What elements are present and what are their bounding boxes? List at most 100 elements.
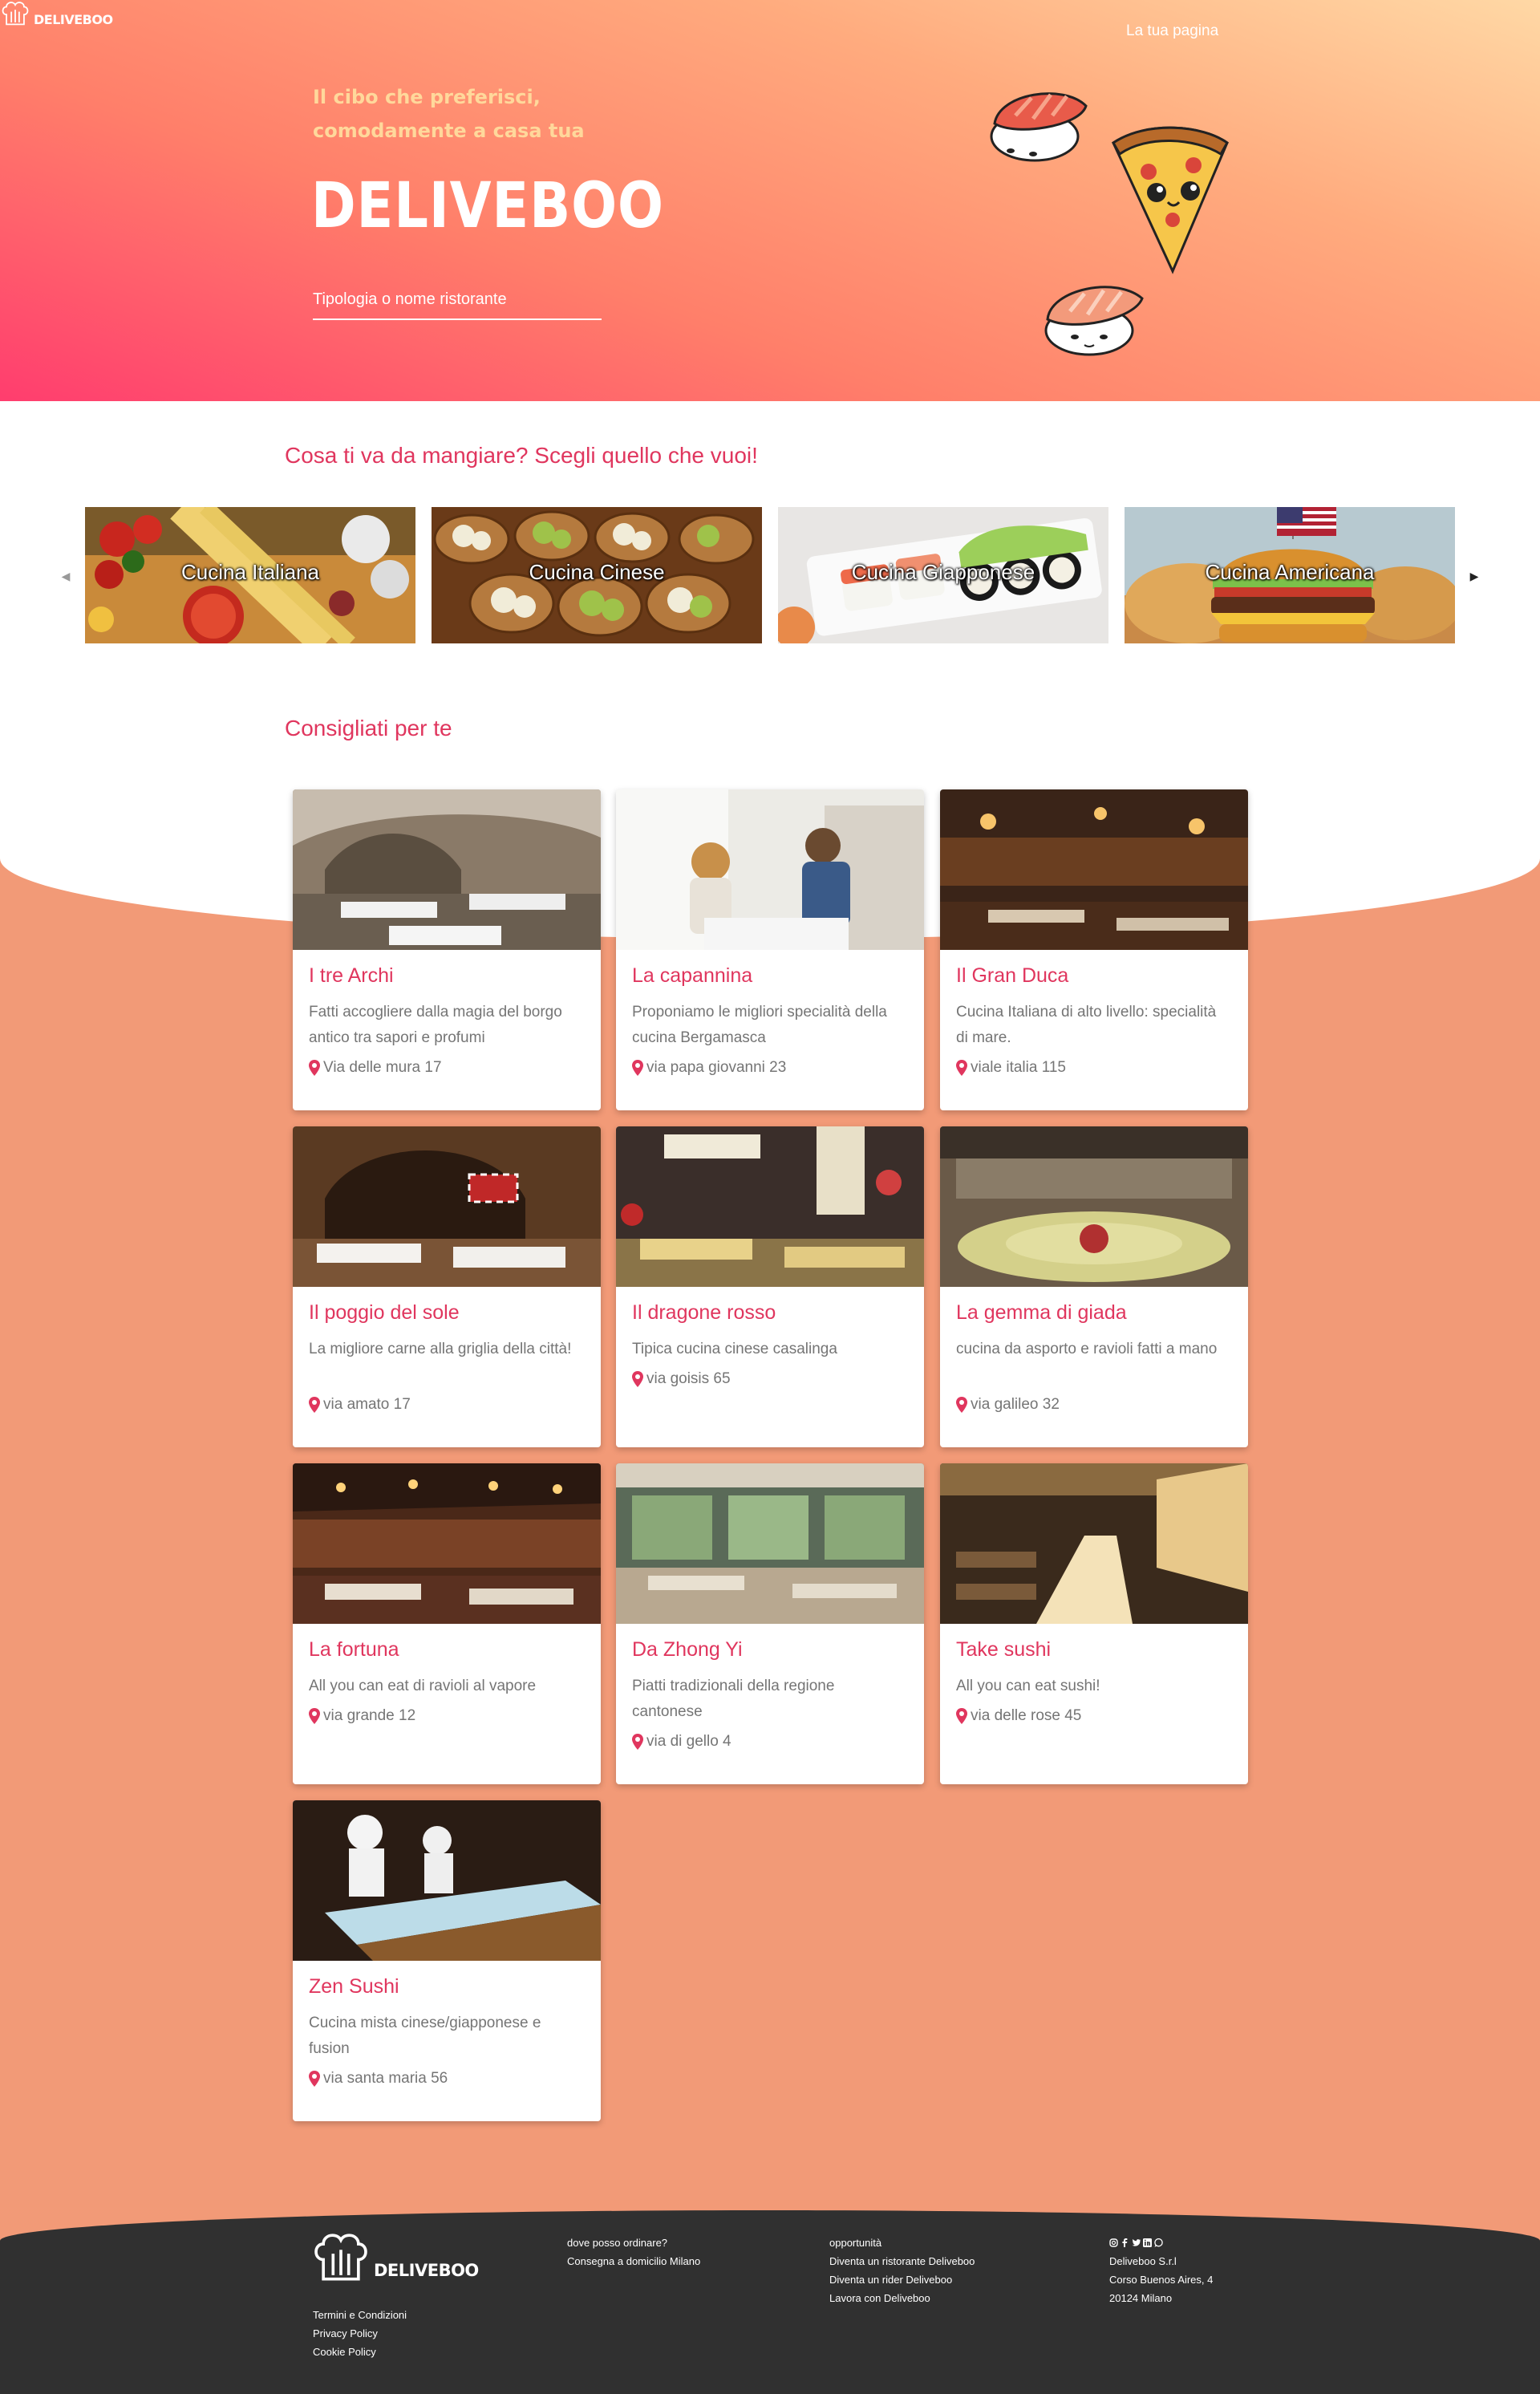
categories-title: Cosa ti va da mangiare? Scegli quello ch… <box>285 443 758 468</box>
restaurant-description: La migliore carne alla griglia della cit… <box>309 1341 572 1357</box>
restaurant-card[interactable]: Il Gran Duca Cucina Italiana di alto liv… <box>940 789 1248 1110</box>
restaurant-photo <box>293 1126 601 1287</box>
chevron-right-icon: ▶ <box>1469 569 1479 582</box>
carousel-next-button[interactable]: ▶ <box>1466 566 1482 586</box>
company-city: 20124 Milano <box>1109 2292 1173 2304</box>
address-text: Via delle mura 17 <box>323 1059 442 1076</box>
restaurant-name: Il dragone rosso <box>632 1301 776 1324</box>
category-label: Cucina Cinese <box>529 560 665 584</box>
map-pin-icon <box>309 2071 320 2087</box>
company-street: Corso Buenos Aires, 4 <box>1109 2274 1214 2286</box>
address-text: via grande 12 <box>323 1707 416 1724</box>
whatsapp-icon[interactable] <box>1154 2238 1163 2247</box>
nav-my-page-link[interactable]: La tua pagina <box>1126 22 1218 40</box>
map-pin-icon <box>309 1708 320 1724</box>
restaurant-description: Proponiamo le migliori specialità della … <box>632 1004 887 1046</box>
category-card-italiana[interactable]: Cucina Italiana <box>85 507 415 643</box>
category-card-giapponese[interactable]: Cucina Giapponese <box>778 507 1108 643</box>
footer-column-delivery: dove posso ordinare? Consegna a domicili… <box>567 2234 700 2270</box>
restaurant-card[interactable]: Da Zhong Yi Piatti tradizionali della re… <box>616 1463 924 1784</box>
sushi-salmon-icon <box>1044 286 1144 356</box>
restaurant-name: La gemma di giada <box>956 1301 1127 1324</box>
map-pin-icon <box>956 1060 967 1076</box>
restaurant-photo <box>940 1463 1248 1624</box>
map-pin-icon <box>309 1060 320 1076</box>
restaurant-address: via delle rose 45 <box>956 1707 1081 1725</box>
restaurant-address: viale italia 115 <box>956 1059 1066 1077</box>
address-text: via goisis 65 <box>646 1370 731 1387</box>
sushi-nigiri-icon <box>990 92 1088 162</box>
twitter-icon[interactable] <box>1132 2238 1141 2247</box>
chef-hat-icon <box>0 0 30 27</box>
hero-tagline: Il cibo che preferisci, comodamente a ca… <box>313 86 585 142</box>
category-card-americana[interactable]: Cucina Americana <box>1125 507 1455 643</box>
address-text: via di gello 4 <box>646 1733 732 1750</box>
restaurant-name: La fortuna <box>309 1638 399 1661</box>
footer-column-title: opportunità <box>829 2237 882 2249</box>
restaurant-photo <box>616 1126 924 1287</box>
restaurant-photo <box>293 1800 601 1961</box>
header-logo[interactable]: DELIVEBOO <box>0 0 113 27</box>
map-pin-icon <box>309 1397 320 1413</box>
restaurant-photo <box>940 789 1248 950</box>
footer-link[interactable]: Diventa un rider Deliveboo <box>829 2270 975 2289</box>
address-text: via santa maria 56 <box>323 2070 448 2087</box>
carousel-prev-button[interactable]: ◀ <box>58 566 74 586</box>
category-label: Cucina Italiana <box>181 560 319 584</box>
category-card-cinese[interactable]: Cucina Cinese <box>432 507 762 643</box>
map-pin-icon <box>632 1060 643 1076</box>
footer-link[interactable]: Lavora con Deliveboo <box>829 2289 975 2307</box>
footer-column-title: dove posso ordinare? <box>567 2237 668 2249</box>
facebook-icon[interactable] <box>1121 2238 1129 2247</box>
restaurant-card[interactable]: La fortuna All you can eat di ravioli al… <box>293 1463 601 1784</box>
footer-column-company: Deliveboo S.r.l Corso Buenos Aires, 4 20… <box>1109 2234 1213 2307</box>
restaurant-name: La capannina <box>632 964 753 987</box>
restaurant-card[interactable]: I tre Archi Fatti accogliere dalla magia… <box>293 789 601 1110</box>
hero-title: DELIVEBOO <box>311 170 664 242</box>
site-footer <box>0 2210 1540 2394</box>
footer-logo[interactable]: DELIVEBOO <box>311 2230 479 2285</box>
restaurant-photo <box>293 789 601 950</box>
hero-banner <box>0 0 1540 401</box>
map-pin-icon <box>956 1397 967 1413</box>
restaurant-card[interactable]: Il dragone rosso Tipica cucina cinese ca… <box>616 1126 924 1447</box>
restaurant-card[interactable]: La gemma di giada cucina da asporto e ra… <box>940 1126 1248 1447</box>
restaurant-description: Piatti tradizionali della regione canton… <box>632 1678 835 1720</box>
restaurant-description: Cucina mista cinese/giapponese e fusion <box>309 2015 541 2057</box>
terms-link[interactable]: Termini e Condizioni <box>313 2306 407 2324</box>
privacy-link[interactable]: Privacy Policy <box>313 2324 407 2343</box>
restaurant-description: Cucina Italiana di alto livello: special… <box>956 1004 1217 1046</box>
restaurant-address: via goisis 65 <box>632 1370 731 1388</box>
cookie-link[interactable]: Cookie Policy <box>313 2343 407 2361</box>
chef-hat-icon <box>311 2230 371 2285</box>
linkedin-icon[interactable] <box>1143 2238 1152 2247</box>
footer-link[interactable]: Consegna a domicilio Milano <box>567 2252 700 2270</box>
restaurant-address: via di gello 4 <box>632 1733 732 1751</box>
restaurant-photo <box>293 1463 601 1624</box>
map-pin-icon <box>632 1371 643 1387</box>
footer-link[interactable]: Diventa un ristorante Deliveboo <box>829 2252 975 2270</box>
restaurant-description: All you can eat di ravioli al vapore <box>309 1678 537 1694</box>
category-label: Cucina Americana <box>1205 560 1375 584</box>
company-name: Deliveboo S.r.l <box>1109 2255 1177 2267</box>
address-text: via papa giovanni 23 <box>646 1059 787 1076</box>
restaurant-address: via amato 17 <box>309 1396 411 1414</box>
restaurant-photo <box>616 1463 924 1624</box>
instagram-icon[interactable] <box>1109 2238 1118 2247</box>
restaurant-card[interactable]: Take sushi All you can eat sushi! via de… <box>940 1463 1248 1784</box>
restaurant-address: Via delle mura 17 <box>309 1059 442 1077</box>
restaurant-description: Tipica cucina cinese casalinga <box>632 1341 837 1357</box>
search-input[interactable] <box>313 290 602 309</box>
address-text: via galileo 32 <box>971 1396 1060 1413</box>
restaurant-card[interactable]: La capannina Proponiamo le migliori spec… <box>616 789 924 1110</box>
logo-text: DELIVEBOO <box>34 12 113 27</box>
restaurant-photo <box>616 789 924 950</box>
restaurant-card[interactable]: Zen Sushi Cucina mista cinese/giapponese… <box>293 1800 601 2121</box>
address-text: viale italia 115 <box>971 1059 1067 1076</box>
restaurant-name: I tre Archi <box>309 964 394 987</box>
restaurant-address: via papa giovanni 23 <box>632 1059 786 1077</box>
restaurant-card[interactable]: Il poggio del sole La migliore carne all… <box>293 1126 601 1447</box>
footer-legal-links: Termini e Condizioni Privacy Policy Cook… <box>313 2306 407 2361</box>
footer-column-opportunities: opportunità Diventa un ristorante Delive… <box>829 2234 975 2307</box>
recommended-title: Consigliati per te <box>285 716 452 741</box>
